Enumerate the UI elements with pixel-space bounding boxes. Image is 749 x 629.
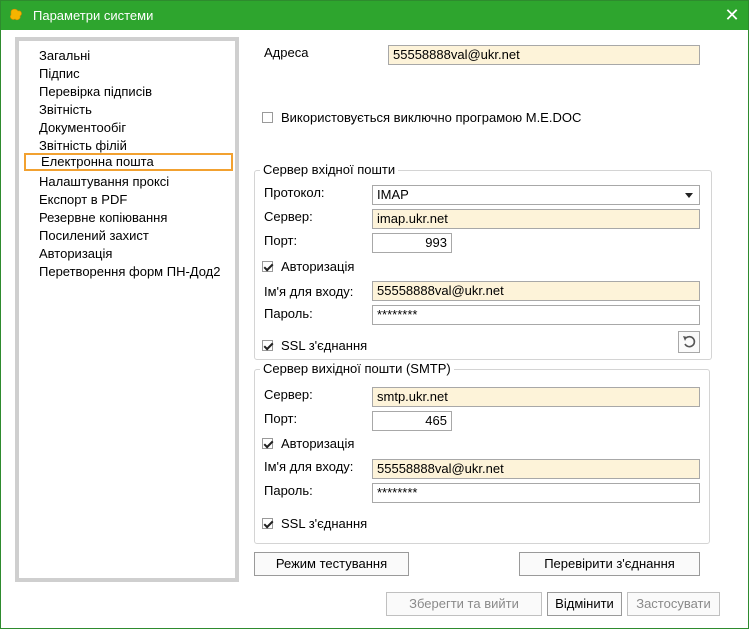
exclusive-use-checkbox[interactable]: [262, 112, 273, 123]
outgoing-password-field[interactable]: ********: [372, 483, 700, 503]
address-field[interactable]: 55558888val@ukr.net: [388, 45, 700, 65]
sidebar-item-pdf-export[interactable]: Експорт в PDF: [39, 191, 127, 209]
settings-window: Параметри системи ✕ Загальні Підпис Пере…: [0, 0, 749, 629]
window-title: Параметри системи: [33, 8, 154, 23]
incoming-port-field[interactable]: 993: [372, 233, 452, 253]
apply-button[interactable]: Застосувати: [627, 592, 720, 616]
close-icon[interactable]: ✕: [722, 5, 742, 25]
incoming-auth-label: Авторизація: [281, 259, 355, 274]
incoming-password-label: Пароль:: [264, 306, 313, 321]
outgoing-port-label: Порт:: [264, 411, 298, 426]
incoming-login-field[interactable]: 55558888val@ukr.net: [372, 281, 700, 301]
outgoing-login-label: Ім'я для входу:: [264, 459, 354, 474]
settings-sidebar: Загальні Підпис Перевірка підписів Звітн…: [15, 37, 239, 582]
sidebar-item-document-flow[interactable]: Документообіг: [39, 119, 126, 137]
outgoing-login-field[interactable]: 55558888val@ukr.net: [372, 459, 700, 479]
incoming-ssl-checkbox[interactable]: [262, 340, 273, 351]
outgoing-password-label: Пароль:: [264, 483, 313, 498]
sidebar-item-signature[interactable]: Підпис: [39, 65, 80, 83]
protocol-select[interactable]: IMAP: [372, 185, 700, 205]
incoming-password-field[interactable]: ********: [372, 305, 700, 325]
sidebar-item-form-conversion[interactable]: Перетворення форм ПН-Дод2: [39, 263, 221, 281]
check-connection-button[interactable]: Перевірити з'єднання: [519, 552, 700, 576]
sidebar-item-signature-check[interactable]: Перевірка підписів: [39, 83, 152, 101]
outgoing-server-label: Сервер:: [264, 387, 313, 402]
outgoing-auth-label: Авторизація: [281, 436, 355, 451]
outgoing-server-title: Сервер вихідної пошти (SMTP): [260, 361, 454, 376]
title-bar: Параметри системи ✕: [1, 1, 748, 30]
incoming-ssl-label: SSL з'єднання: [281, 338, 368, 353]
incoming-login-label: Ім'я для входу:: [264, 284, 354, 299]
sidebar-item-backup[interactable]: Резервне копіювання: [39, 209, 167, 227]
test-mode-button[interactable]: Режим тестування: [254, 552, 409, 576]
sidebar-item-reporting[interactable]: Звітність: [39, 101, 92, 119]
outgoing-server-field[interactable]: smtp.ukr.net: [372, 387, 700, 407]
incoming-server-field[interactable]: imap.ukr.net: [372, 209, 700, 229]
refresh-icon[interactable]: [678, 331, 700, 353]
protocol-select-value: IMAP: [377, 187, 409, 202]
outgoing-ssl-label: SSL з'єднання: [281, 516, 368, 531]
sidebar-item-authorization[interactable]: Авторизація: [39, 245, 112, 263]
protocol-label: Протокол:: [264, 185, 325, 200]
incoming-port-label: Порт:: [264, 233, 298, 248]
sidebar-item-proxy[interactable]: Налаштування проксі: [39, 173, 169, 191]
exclusive-use-label: Використовується виключно програмою M.E.…: [281, 110, 582, 125]
cancel-button[interactable]: Відмінити: [547, 592, 622, 616]
save-and-exit-button[interactable]: Зберегти та вийти: [386, 592, 542, 616]
app-logo-icon: [10, 8, 22, 21]
chevron-down-icon: [685, 193, 693, 198]
outgoing-auth-checkbox[interactable]: [262, 438, 273, 449]
outgoing-ssl-checkbox[interactable]: [262, 518, 273, 529]
incoming-server-title: Сервер вхідної пошти: [260, 162, 399, 177]
sidebar-item-enhanced-security[interactable]: Посилений захист: [39, 227, 149, 245]
outgoing-port-field[interactable]: 465: [372, 411, 452, 431]
incoming-auth-checkbox[interactable]: [262, 261, 273, 272]
incoming-server-label: Сервер:: [264, 209, 313, 224]
address-label: Адреса: [264, 45, 309, 60]
sidebar-item-email[interactable]: Електронна пошта: [24, 153, 233, 171]
sidebar-item-general[interactable]: Загальні: [39, 47, 90, 65]
